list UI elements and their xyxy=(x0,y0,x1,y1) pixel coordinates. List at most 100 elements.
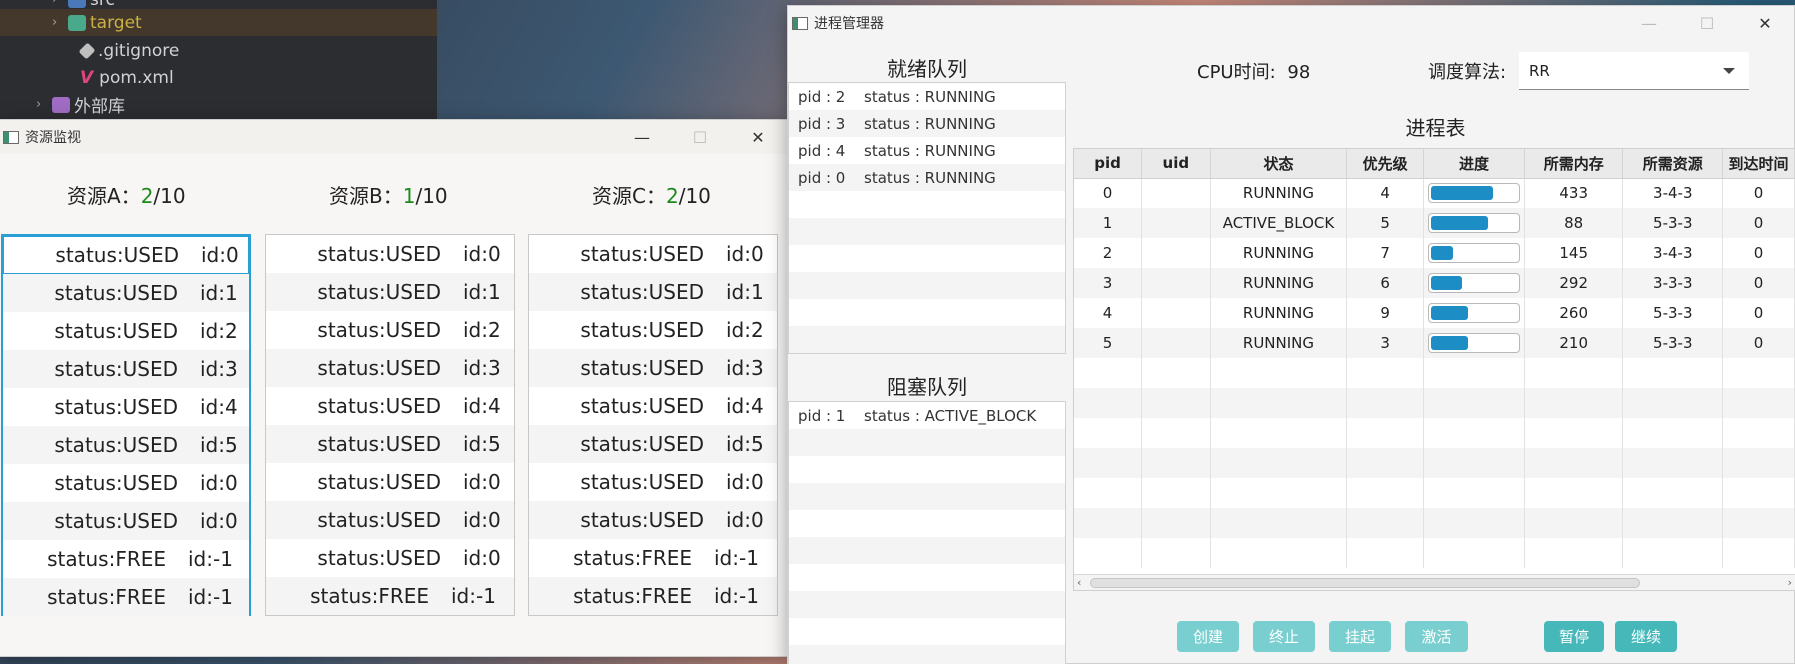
list-item[interactable]: status:USED id:0 xyxy=(529,463,777,501)
resource-b-list[interactable]: status:USED id:0 status:USED id:1 status:USE… xyxy=(265,234,515,616)
list-item[interactable]: pid : 2 status : RUNNING xyxy=(789,83,1065,110)
list-item[interactable]: status:USED id:0 xyxy=(266,235,514,273)
queue-status: status : RUNNING xyxy=(864,114,996,133)
column-header[interactable]: 优先级 xyxy=(1346,149,1424,179)
chevron-right-icon: › xyxy=(52,15,58,30)
resource-id: id:2 xyxy=(463,318,501,342)
list-item[interactable]: status:USED id:5 xyxy=(266,425,514,463)
list-item[interactable]: status:USED id:1 xyxy=(266,273,514,311)
queue-pid: pid : 2 xyxy=(798,87,846,106)
list-item[interactable]: status:USED id:0 xyxy=(3,502,249,540)
horizontal-scrollbar[interactable]: ‹ › xyxy=(1074,574,1795,590)
terminate-button[interactable]: 终止 xyxy=(1253,621,1315,652)
table-row[interactable]: 5 RUNNING 3 210 5-3-3 0 xyxy=(1074,328,1795,358)
activate-button[interactable]: 激活 xyxy=(1405,621,1468,652)
list-item[interactable]: status:USED id:4 xyxy=(3,388,249,426)
pause-button[interactable]: 暂停 xyxy=(1544,621,1604,652)
resource-a-list[interactable]: status:USED id:0 status:USED id:1 status:USE… xyxy=(1,234,251,616)
list-item[interactable]: status:FREE id:-1 xyxy=(529,577,777,615)
list-item[interactable]: status:USED id:0 xyxy=(529,235,777,273)
list-item[interactable]: status:USED id:2 xyxy=(266,311,514,349)
list-item[interactable]: status:FREE id:-1 xyxy=(266,577,514,615)
tree-item-gitignore[interactable]: .gitignore xyxy=(78,37,179,64)
list-item[interactable]: pid : 0 status : RUNNING xyxy=(789,164,1065,191)
list-item[interactable]: status:USED id:0 xyxy=(266,463,514,501)
column-header[interactable]: 到达时间 xyxy=(1722,149,1795,179)
list-item[interactable]: status:USED id:2 xyxy=(3,312,249,350)
table-row[interactable]: 2 RUNNING 7 145 3-4-3 0 xyxy=(1074,238,1795,268)
ready-queue-list[interactable]: pid : 2 status : RUNNING pid : 3 status : R… xyxy=(788,82,1066,354)
tree-item-pom[interactable]: V pom.xml xyxy=(80,64,174,91)
cell-pid: 3 xyxy=(1074,268,1143,298)
title-bar[interactable]: 资源监视 — ☐ ✕ xyxy=(0,120,787,154)
blocked-queue-list[interactable]: pid : 1 status : ACTIVE_BLOCK xyxy=(788,401,1066,664)
empty-cell xyxy=(1074,478,1143,508)
create-button[interactable]: 创建 xyxy=(1177,621,1239,652)
empty-row xyxy=(789,591,1065,618)
list-item[interactable]: status:USED id:4 xyxy=(266,387,514,425)
list-item[interactable]: status:USED id:0 xyxy=(266,501,514,539)
list-item[interactable]: status:USED id:0 xyxy=(266,539,514,577)
app-icon xyxy=(792,16,808,30)
resource-c-list[interactable]: status:USED id:0 status:USED id:1 status:USE… xyxy=(528,234,778,616)
minimize-button[interactable]: — xyxy=(613,120,671,154)
close-button[interactable]: ✕ xyxy=(729,120,787,154)
list-item[interactable]: status:USED id:1 xyxy=(529,273,777,311)
list-item[interactable]: status:USED id:5 xyxy=(3,426,249,464)
resource-status: status:USED xyxy=(54,357,178,381)
column-header[interactable]: 所需资源 xyxy=(1622,149,1724,179)
process-table[interactable]: pid uid 状态 优先级 进度 所需内存 所需资源 到达时间 0 RUNNING 4 433 3-… xyxy=(1073,148,1795,591)
maximize-button[interactable]: ☐ xyxy=(671,120,729,154)
maximize-button[interactable]: ☐ xyxy=(1678,6,1736,40)
progress-fill xyxy=(1430,276,1462,290)
list-item[interactable]: status:USED id:1 xyxy=(3,274,249,312)
list-item[interactable]: status:USED id:0 xyxy=(529,501,777,539)
empty-cell xyxy=(1074,448,1143,478)
column-header[interactable]: 状态 xyxy=(1210,149,1348,179)
list-item[interactable]: status:USED id:5 xyxy=(529,425,777,463)
table-row[interactable]: 1 ACTIVE_BLOCK 5 88 5-3-3 0 xyxy=(1074,208,1795,238)
minimize-button[interactable]: — xyxy=(1620,6,1678,40)
table-row[interactable]: 4 RUNNING 9 260 5-3-3 0 xyxy=(1074,298,1795,328)
tree-item-target[interactable]: › target xyxy=(0,9,437,36)
table-row[interactable]: 0 RUNNING 4 433 3-4-3 0 xyxy=(1074,178,1795,208)
column-header[interactable]: 所需内存 xyxy=(1524,149,1624,179)
resource-id: id:4 xyxy=(726,394,764,418)
list-item[interactable]: status:FREE id:-1 xyxy=(529,539,777,577)
table-row[interactable]: 3 RUNNING 6 292 3-3-3 0 xyxy=(1074,268,1795,298)
list-item[interactable]: pid : 4 status : RUNNING xyxy=(789,137,1065,164)
progress-cell xyxy=(1423,178,1525,208)
list-item[interactable]: status:USED id:3 xyxy=(266,349,514,387)
resume-button[interactable]: 继续 xyxy=(1615,621,1677,652)
folder-icon xyxy=(68,14,86,31)
cell-pid: 5 xyxy=(1074,328,1143,358)
list-item[interactable]: pid : 1 status : ACTIVE_BLOCK xyxy=(789,402,1065,429)
empty-cell xyxy=(1423,478,1525,508)
list-item[interactable]: status:FREE id:-1 xyxy=(3,540,249,578)
list-item[interactable]: status:USED id:2 xyxy=(529,311,777,349)
resource-status: status:USED xyxy=(580,432,704,456)
scroll-right-icon[interactable]: › xyxy=(1788,576,1792,589)
list-item[interactable]: status:USED id:4 xyxy=(529,387,777,425)
list-item[interactable]: status:USED id:0 xyxy=(3,464,249,502)
tree-item-external-libs[interactable]: › 外部库 xyxy=(36,91,125,118)
resource-status: status:USED xyxy=(317,470,441,494)
list-item[interactable]: status:FREE id:-1 xyxy=(3,578,249,616)
list-item[interactable]: status:USED id:3 xyxy=(3,350,249,388)
column-header[interactable]: 进度 xyxy=(1423,149,1525,179)
suspend-button[interactable]: 挂起 xyxy=(1329,621,1391,652)
scroll-left-icon[interactable]: ‹ xyxy=(1077,576,1081,589)
scheduling-algorithm-select[interactable]: RR xyxy=(1519,52,1749,90)
title-bar[interactable]: 进程管理器 — ☐ ✕ xyxy=(788,6,1794,40)
scrollbar-thumb[interactable] xyxy=(1090,578,1640,588)
list-item[interactable]: status:USED id:0 xyxy=(3,236,249,274)
cpu-time-value: 98 xyxy=(1287,62,1311,83)
list-item[interactable]: status:USED id:3 xyxy=(529,349,777,387)
empty-cell xyxy=(1346,388,1424,418)
cell-priority: 6 xyxy=(1346,268,1424,298)
list-item[interactable]: pid : 3 status : RUNNING xyxy=(789,110,1065,137)
column-header[interactable]: uid xyxy=(1141,149,1211,179)
close-button[interactable]: ✕ xyxy=(1736,6,1794,40)
column-header[interactable]: pid xyxy=(1074,149,1143,179)
empty-cell xyxy=(1622,508,1724,538)
